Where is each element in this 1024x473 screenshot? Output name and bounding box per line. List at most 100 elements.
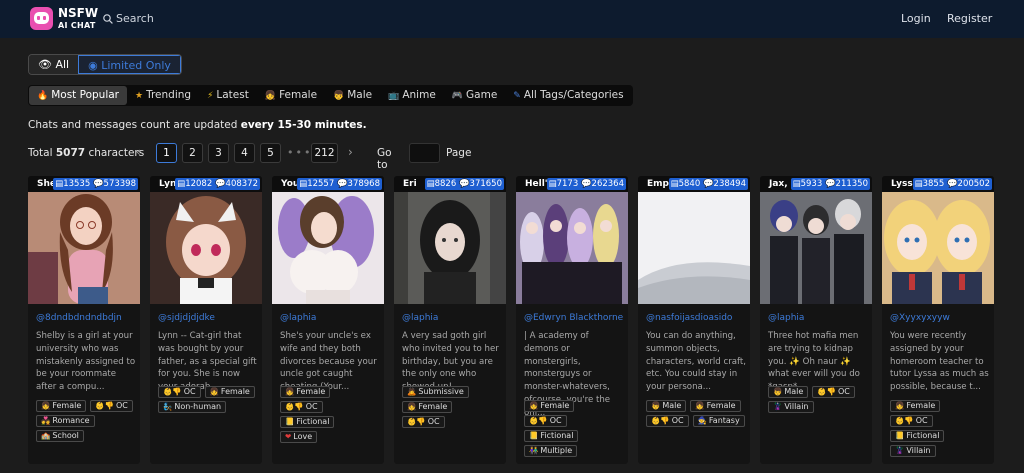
card-stats: ▤12557 💬378968 bbox=[297, 178, 382, 190]
tag-chip[interactable]: 🧙 Fantasy bbox=[692, 415, 745, 427]
tag-chip[interactable]: 👫 Multiple bbox=[524, 445, 578, 457]
eye-off-icon: ◉ bbox=[88, 59, 98, 72]
page-button-4[interactable]: 4 bbox=[234, 143, 255, 163]
brand-subtitle[interactable]: AI CHAT bbox=[58, 21, 96, 30]
character-card[interactable]: Jax, grey, a ▤5933 💬211350 @laphia Three… bbox=[760, 176, 872, 464]
update-notice: Chats and messages count are updated eve… bbox=[28, 119, 367, 131]
tag-chip[interactable]: 📒 Fictional bbox=[524, 430, 579, 442]
tag-chip[interactable]: 👶👎 OC bbox=[402, 416, 445, 428]
tag-chip[interactable]: 👧 Female bbox=[524, 400, 575, 412]
tag-chip[interactable]: 🦹 Villain bbox=[890, 445, 936, 457]
character-image[interactable] bbox=[150, 192, 262, 304]
tab-all-tags[interactable]: ✎ All Tags/Categories bbox=[505, 86, 631, 105]
girl-icon: 👧 bbox=[209, 387, 219, 396]
tag-chip[interactable]: 👶👎 OC bbox=[890, 415, 933, 427]
author-link[interactable]: @Xyyxyxyyw bbox=[890, 313, 950, 323]
author-link[interactable]: @nasfoijasdioasido bbox=[646, 313, 732, 323]
pen-icon: ✎ bbox=[513, 91, 521, 101]
tag-chip[interactable]: ❤ Love bbox=[280, 431, 318, 443]
tag-list: 👧 Female 👶👎 OC 💑 Romance 🏫 School bbox=[36, 400, 140, 442]
character-image[interactable] bbox=[272, 192, 384, 304]
author-link[interactable]: @sjdjdjdjdke bbox=[158, 313, 215, 323]
tab-most-popular[interactable]: 🔥 Most Popular bbox=[29, 86, 127, 105]
tag-chip[interactable]: 👧 Female bbox=[204, 386, 255, 398]
tab-latest[interactable]: ⚡ Latest bbox=[199, 86, 257, 105]
character-card[interactable]: Your bust ▤12557 💬378968 @laphia She's y… bbox=[272, 176, 384, 464]
tab-trending[interactable]: ★ Trending bbox=[127, 86, 199, 105]
limited-only-button[interactable]: ◉ Limited Only bbox=[78, 55, 181, 74]
character-image[interactable] bbox=[28, 192, 140, 304]
gamepad-icon: 🎮 bbox=[451, 91, 464, 101]
character-card[interactable]: Shelby ▤13535 💬573398 @8dndbdndndbdjn Sh… bbox=[28, 176, 140, 464]
tab-female[interactable]: 👧 Female bbox=[257, 86, 325, 105]
tag-chip[interactable]: 👦 Male bbox=[768, 386, 809, 398]
author-link[interactable]: @laphia bbox=[768, 313, 804, 323]
tag-chip[interactable]: 🏫 School bbox=[36, 430, 84, 442]
tv-icon: 📺 bbox=[388, 91, 400, 101]
prev-page-icon[interactable]: ‹ bbox=[136, 145, 141, 159]
character-description: Three hot mafia men are trying to kidnap… bbox=[768, 331, 860, 392]
tag-chip[interactable]: 💑 Romance bbox=[36, 415, 95, 427]
tag-chip[interactable]: 👧 Female bbox=[36, 400, 87, 412]
next-page-icon[interactable]: › bbox=[348, 145, 353, 159]
tag-chip[interactable]: 👶👎 OC bbox=[524, 415, 567, 427]
page-button-5[interactable]: 5 bbox=[260, 143, 281, 163]
message-count-icon: 💬 bbox=[702, 179, 714, 189]
logo-icon[interactable] bbox=[30, 7, 53, 30]
tag-chip[interactable]: 👧 Female bbox=[402, 401, 453, 413]
tag-chip[interactable]: 👦 Male bbox=[646, 400, 687, 412]
register-link[interactable]: Register bbox=[947, 12, 992, 25]
villain-icon: 🦹 bbox=[895, 446, 905, 455]
tag-chip[interactable]: 👶👎 OC bbox=[90, 400, 133, 412]
pagination-ellipsis[interactable]: ••• bbox=[287, 146, 312, 159]
character-card[interactable]: Lynn ▤12082 💬408372 @sjdjdjdjdke Lynn --… bbox=[150, 176, 262, 464]
tab-anime[interactable]: 📺 Anime bbox=[380, 86, 444, 105]
author-link[interactable]: @Edwryn Blackthorne bbox=[524, 313, 623, 323]
boy-icon: 👦 bbox=[773, 387, 783, 396]
tag-chip[interactable]: 🙇 Submissive bbox=[402, 386, 469, 398]
goto-page-input[interactable] bbox=[409, 143, 440, 163]
top-navbar: NSFW AI CHAT Search Login Register bbox=[0, 0, 1024, 38]
character-image[interactable] bbox=[516, 192, 628, 304]
character-image[interactable] bbox=[394, 192, 506, 304]
tag-chip[interactable]: 👧 Female bbox=[890, 400, 941, 412]
tag-chip[interactable]: 👧 Female bbox=[690, 400, 741, 412]
character-image[interactable] bbox=[638, 192, 750, 304]
character-description: Lynn -- Cat-girl that was bought by your… bbox=[158, 331, 257, 392]
character-card[interactable]: Hell's acad ▤7173 💬262364 @Edwryn Blackt… bbox=[516, 176, 628, 464]
author-link[interactable]: @8dndbdndndbdjn bbox=[36, 313, 122, 323]
tag-chip[interactable]: 📒 Fictional bbox=[890, 430, 945, 442]
tag-chip[interactable]: 📒 Fictional bbox=[280, 416, 335, 428]
tab-game[interactable]: 🎮 Game bbox=[444, 86, 505, 105]
character-card[interactable]: Eri ▤8826 💬371650 @laphia A very sad got… bbox=[394, 176, 506, 464]
author-link[interactable]: @laphia bbox=[402, 313, 438, 323]
search-button[interactable]: Search bbox=[103, 12, 154, 25]
tag-chip[interactable]: 👶👎 OC bbox=[280, 401, 323, 413]
tag-chip[interactable]: 👶👎 OC bbox=[646, 415, 689, 427]
school-icon: 🏫 bbox=[41, 431, 51, 440]
card-stats: ▤5840 💬238494 bbox=[668, 178, 748, 190]
girl-icon: 👧 bbox=[264, 91, 277, 101]
tag-chip[interactable]: 👶👎 OC bbox=[158, 386, 201, 398]
tag-chip[interactable]: 🦹 Villain bbox=[768, 401, 814, 413]
all-filter-button[interactable]: 👁 All bbox=[29, 55, 79, 74]
fantasy-icon: 🧙 bbox=[697, 416, 707, 425]
character-image[interactable] bbox=[760, 192, 872, 304]
page-button-3[interactable]: 3 bbox=[208, 143, 229, 163]
tag-chip[interactable]: 👶👎 OC bbox=[812, 386, 855, 398]
tab-male[interactable]: 👦 Male bbox=[325, 86, 380, 105]
tag-chip[interactable]: 👧 Female bbox=[280, 386, 331, 398]
tag-chip[interactable]: 🧞 Non-human bbox=[158, 401, 227, 413]
character-card[interactable]: Empty Spa ▤5840 💬238494 @nasfoijasdioasi… bbox=[638, 176, 750, 464]
brand-title[interactable]: NSFW bbox=[58, 6, 98, 20]
page-button-1[interactable]: 1 bbox=[156, 143, 177, 163]
character-image[interactable] bbox=[882, 192, 994, 304]
page-button-2[interactable]: 2 bbox=[182, 143, 203, 163]
login-link[interactable]: Login bbox=[901, 12, 931, 25]
page-button-last[interactable]: 212 bbox=[311, 143, 338, 163]
search-label: Search bbox=[116, 12, 154, 25]
author-link[interactable]: @laphia bbox=[280, 313, 316, 323]
character-card[interactable]: Lyssa ▤3855 💬200502 @Xyyxyxyyw You were … bbox=[882, 176, 994, 464]
oc-icon: 👶👎 bbox=[285, 402, 304, 411]
goto-label: Go to bbox=[377, 147, 392, 171]
